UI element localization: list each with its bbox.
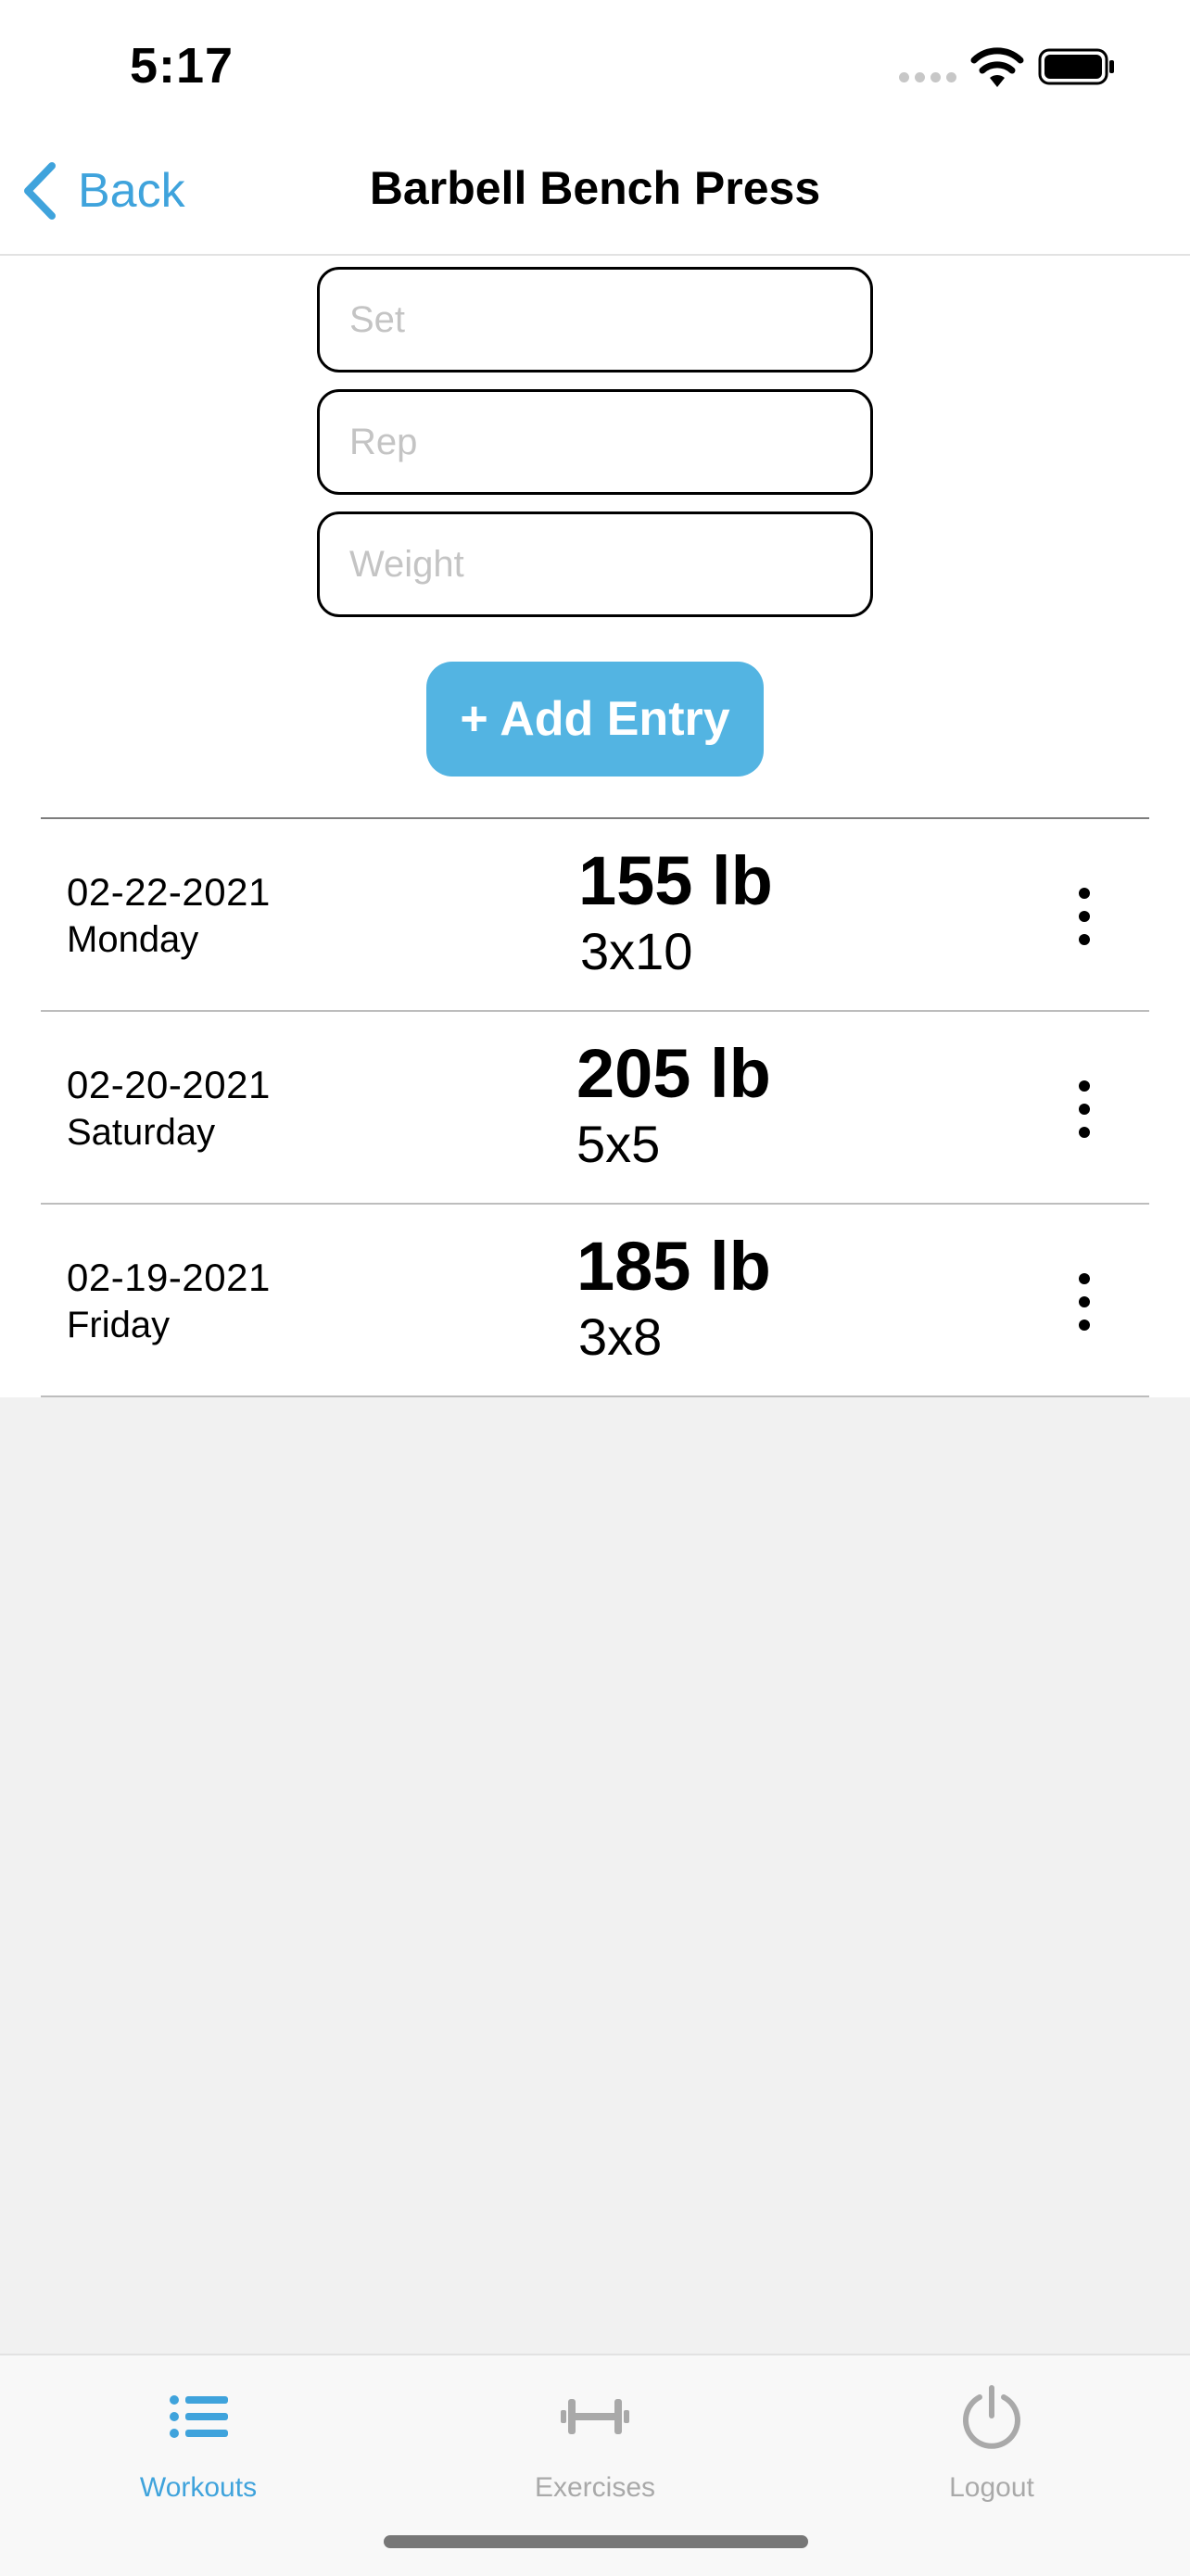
status-time: 5:17 — [130, 38, 234, 94]
wifi-icon — [970, 47, 1024, 87]
tab-exercises-label: Exercises — [534, 2472, 656, 2503]
entry-sets-reps: 3x10 — [580, 922, 693, 980]
entry-date: 02-19-2021 — [67, 1256, 271, 1299]
home-indicator[interactable] — [384, 2535, 808, 2548]
set-input[interactable] — [317, 267, 873, 373]
entry-panel: + Add Entry 02-22-2021 Monday 155 lb 3x1… — [0, 256, 1190, 1397]
tab-workouts-label: Workouts — [139, 2472, 258, 2503]
cellular-signal-icon — [899, 72, 956, 82]
page-title: Barbell Bench Press — [369, 162, 821, 214]
list-icon — [170, 2395, 228, 2438]
entry-date: 02-22-2021 — [67, 870, 271, 914]
entry-sets-reps: 3x8 — [578, 1307, 663, 1366]
tab-workouts[interactable]: Workouts — [59, 2380, 337, 2504]
more-options-icon[interactable] — [1066, 884, 1103, 949]
entry-row: 02-20-2021 Saturday 205 lb 5x5 — [41, 1012, 1149, 1205]
power-icon — [963, 2385, 1020, 2449]
entry-day: Friday — [67, 1305, 171, 1345]
entry-sets-reps: 5x5 — [576, 1115, 661, 1173]
entry-weight: 205 lb — [576, 1035, 771, 1112]
entry-day: Monday — [67, 919, 199, 960]
navigation-bar: Back Barbell Bench Press — [0, 130, 1190, 256]
battery-icon — [1038, 48, 1114, 85]
entry-weight: 185 lb — [576, 1228, 771, 1305]
tab-logout[interactable]: Logout — [853, 2380, 1131, 2504]
entry-row: 02-19-2021 Friday 185 lb 3x8 — [41, 1205, 1149, 1397]
more-options-icon[interactable] — [1066, 1077, 1103, 1142]
entry-list: 02-22-2021 Monday 155 lb 3x10 02-20-2021… — [41, 817, 1149, 1397]
add-entry-button[interactable]: + Add Entry — [426, 662, 764, 777]
entry-weight: 155 lb — [578, 842, 773, 919]
status-bar: 5:17 — [0, 0, 1190, 130]
entry-day: Saturday — [67, 1112, 216, 1153]
tab-logout-label: Logout — [949, 2472, 1034, 2503]
entry-date: 02-20-2021 — [67, 1063, 271, 1106]
more-options-icon[interactable] — [1066, 1269, 1103, 1334]
dumbbell-icon — [561, 2399, 629, 2434]
weight-input[interactable] — [317, 511, 873, 617]
entry-row: 02-22-2021 Monday 155 lb 3x10 — [41, 819, 1149, 1012]
rep-input[interactable] — [317, 389, 873, 495]
tab-exercises[interactable]: Exercises — [456, 2380, 734, 2504]
